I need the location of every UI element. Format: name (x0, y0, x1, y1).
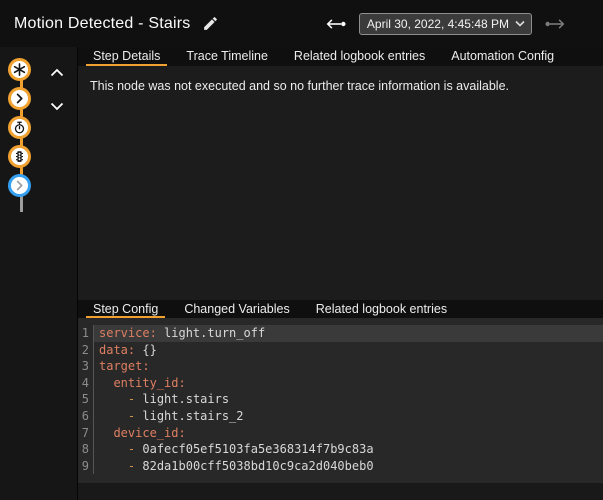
chevron-up-icon (50, 68, 64, 77)
trace-path-nodes (8, 58, 31, 197)
timer-icon (12, 120, 27, 135)
scroll-up-button[interactable] (46, 61, 68, 83)
panel-bottom-spacer (78, 483, 603, 500)
code-line-9: 9 - 82da1b00cff5038bd10c9ca2d040beb0 (78, 458, 603, 475)
code-line-5: 5 - light.stairs (78, 391, 603, 408)
automation-trace-window: Motion Detected - Stairs April 30, 2022,… (0, 0, 603, 500)
yaml-code-viewer[interactable]: 1service: light.turn_off2data: {}3target… (78, 318, 603, 483)
code-line-1: 1service: light.turn_off (78, 325, 603, 342)
scroll-down-button[interactable] (46, 95, 68, 117)
traffic-light-icon (12, 149, 27, 164)
line-number: 5 (78, 391, 94, 408)
code-line-content: - light.stairs (94, 391, 603, 408)
not-executed-message: This node was not executed and so no fur… (90, 79, 591, 93)
condition-node[interactable] (8, 87, 31, 110)
code-line-content: - 0afecf05ef5103fa5e368314f7b9c83a (94, 441, 603, 458)
run-navigation: April 30, 2022, 4:45:48 PM (322, 13, 569, 35)
code-line-3: 3target: (78, 358, 603, 375)
ray-arrow-right-icon (544, 16, 566, 32)
chevron-down-icon (515, 20, 525, 27)
pencil-icon (202, 15, 219, 32)
line-number: 4 (78, 375, 94, 392)
line-number: 7 (78, 425, 94, 442)
chevron-right-icon (12, 91, 27, 106)
code-line-content: entity_id: (94, 375, 603, 392)
code-line-content: - 82da1b00cff5038bd10c9ca2d040beb0 (94, 458, 603, 475)
code-line-content: data: {} (94, 342, 603, 359)
edit-name-button[interactable] (199, 12, 222, 35)
previous-run-button[interactable] (322, 13, 350, 35)
chevron-down-icon (50, 102, 64, 111)
trace-main-panel: Step Details Trace Timeline Related logboo… (78, 47, 603, 500)
step-details-panel: This node was not executed and so no fur… (78, 66, 603, 300)
asterisk-icon (12, 62, 27, 77)
tab-step-details[interactable]: Step Details (86, 47, 167, 66)
run-picker-select[interactable]: April 30, 2022, 4:45:48 PM (359, 13, 532, 35)
line-number: 9 (78, 458, 94, 475)
ray-arrow-left-icon (325, 16, 347, 32)
code-line-6: 6 - light.stairs_2 (78, 408, 603, 425)
trace-header: Motion Detected - Stairs April 30, 2022,… (0, 0, 603, 47)
code-line-content: target: (94, 358, 603, 375)
code-line-2: 2data: {} (78, 342, 603, 359)
tab-step-config[interactable]: Step Config (86, 300, 165, 318)
delay-node[interactable] (8, 116, 31, 139)
tab-trace-timeline[interactable]: Trace Timeline (179, 47, 275, 66)
code-line-content: - light.stairs_2 (94, 408, 603, 425)
trigger-node[interactable] (8, 58, 31, 81)
tab-automation-config[interactable]: Automation Config (444, 47, 561, 66)
code-line-7: 7 device_id: (78, 425, 603, 442)
line-number: 1 (78, 325, 94, 342)
step-config-tabs: Step Config Changed Variables Related logb… (78, 300, 603, 318)
code-line-content: device_id: (94, 425, 603, 442)
tab-related-logbook-entries[interactable]: Related logbook entries (287, 47, 432, 66)
wait-node[interactable] (8, 145, 31, 168)
line-number: 8 (78, 441, 94, 458)
code-line-content: service: light.turn_off (94, 325, 603, 342)
line-number: 3 (78, 358, 94, 375)
trace-tabs: Step Details Trace Timeline Related logboo… (78, 47, 603, 66)
line-number: 6 (78, 408, 94, 425)
code-line-4: 4 entity_id: (78, 375, 603, 392)
trace-path-sidebar (0, 47, 78, 500)
tab-related-logbook-entries[interactable]: Related logbook entries (309, 300, 454, 318)
run-picker-value: April 30, 2022, 4:45:48 PM (367, 17, 509, 31)
service-call-node[interactable] (8, 174, 31, 197)
next-run-button[interactable] (541, 13, 569, 35)
line-number: 2 (78, 342, 94, 359)
chevron-right-icon (12, 178, 27, 193)
page-title: Motion Detected - Stairs (14, 15, 190, 33)
code-line-8: 8 - 0afecf05ef5103fa5e368314f7b9c83a (78, 441, 603, 458)
tab-changed-variables[interactable]: Changed Variables (177, 300, 296, 318)
